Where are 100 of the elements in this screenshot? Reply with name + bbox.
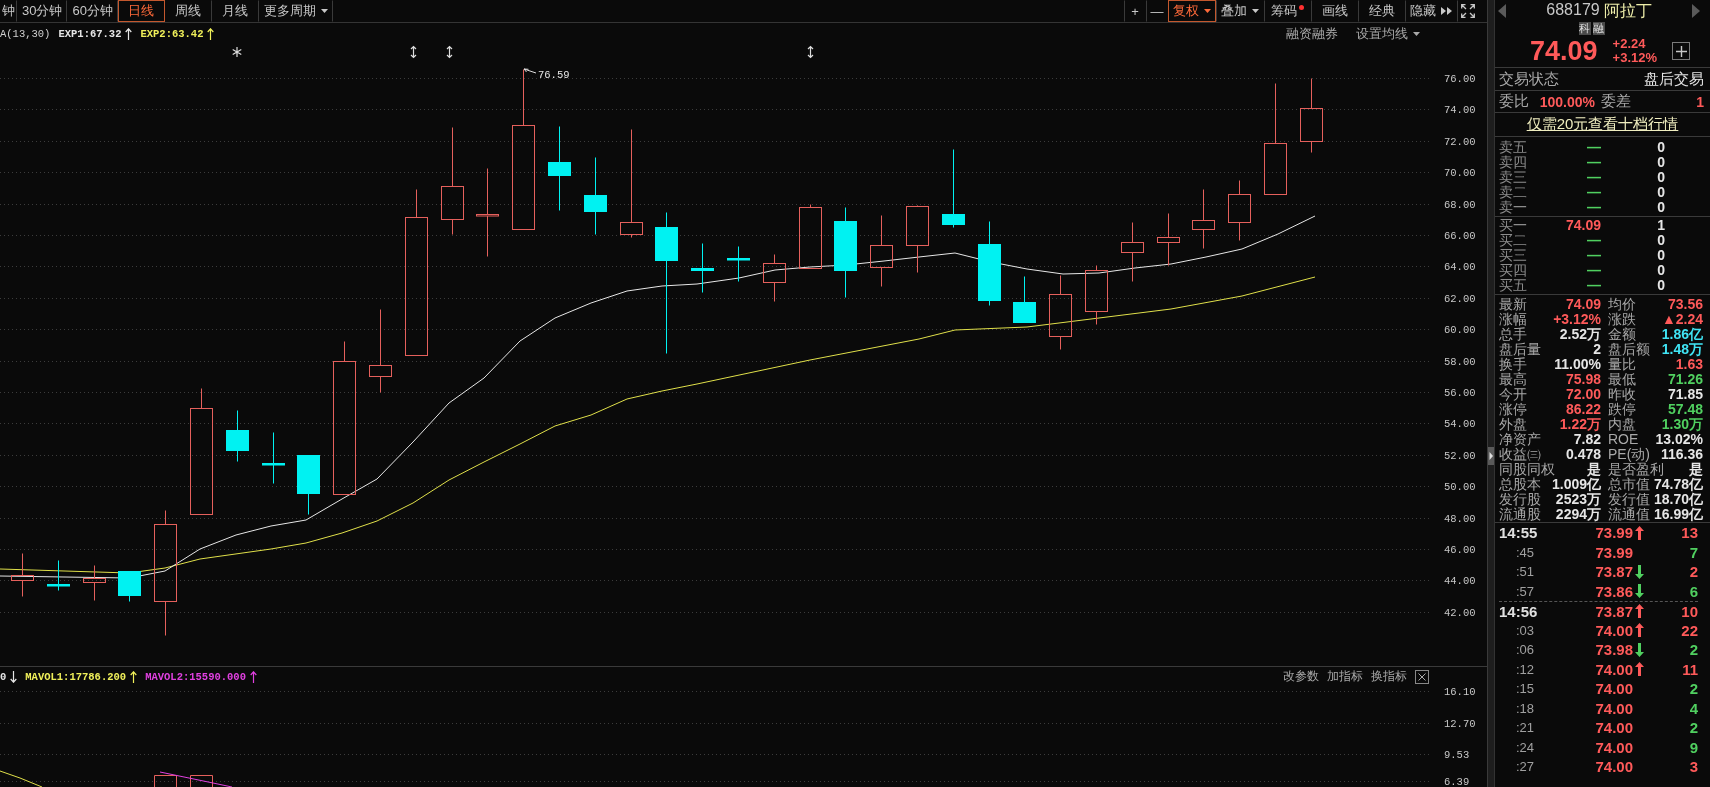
- stat-value: 1.22万: [1559, 417, 1601, 432]
- price-axis-label: 70.00: [1444, 167, 1476, 180]
- stat-value: 11.00%: [1554, 357, 1601, 372]
- candle: [1157, 213, 1180, 266]
- last-price: 74.09: [1530, 37, 1598, 65]
- stat-label: 量比: [1608, 357, 1636, 372]
- toolbar-button[interactable]: +: [1124, 0, 1146, 22]
- tick-time: :03: [1516, 622, 1535, 638]
- chart-link[interactable]: 设置均线: [1356, 24, 1420, 43]
- tick-volume: 2: [1688, 680, 1698, 698]
- order-volume: 0: [1656, 155, 1665, 170]
- tick-time: 14:55: [1499, 524, 1538, 542]
- toolbar-button[interactable]: 经典: [1358, 0, 1405, 22]
- candle: [118, 571, 141, 602]
- stat-value: 2.52万: [1559, 327, 1601, 342]
- price-axis-label: 44.00: [1444, 575, 1476, 588]
- order-volume: 0: [1656, 140, 1665, 155]
- stat-value: 86.22: [1565, 402, 1601, 417]
- stat-label: 外盘: [1499, 417, 1527, 432]
- order-volume: 0: [1656, 185, 1665, 200]
- tick-price: 74.00: [1594, 680, 1633, 698]
- period-tab[interactable]: 日线: [117, 0, 165, 22]
- order-price: —: [1586, 155, 1601, 170]
- indicator-name: A(13,30): [0, 27, 51, 40]
- period-tab[interactable]: 30分钟: [17, 0, 68, 22]
- tick-price: 73.99: [1594, 524, 1633, 542]
- price-change: +2.24: [1612, 37, 1647, 51]
- chart-link[interactable]: 融资融券: [1286, 24, 1338, 43]
- toolbar-button[interactable]: 画线: [1311, 0, 1358, 22]
- period-tab[interactable]: 周线: [164, 0, 212, 22]
- right-triangle-icon[interactable]: [1692, 4, 1700, 18]
- candle: [226, 410, 249, 462]
- tick-volume: 2: [1688, 719, 1698, 737]
- toolbar-button[interactable]: 复权: [1168, 0, 1216, 22]
- toolbar-button[interactable]: —: [1146, 0, 1168, 22]
- order-volume: 0: [1656, 263, 1665, 278]
- price-axis-label: 50.00: [1444, 481, 1476, 494]
- tick-volume: 7: [1688, 543, 1698, 561]
- market-badge: 科: [1578, 22, 1591, 35]
- left-triangle-icon[interactable]: [1498, 4, 1506, 18]
- tick-price: 74.00: [1594, 758, 1633, 776]
- order-price: —: [1586, 140, 1601, 155]
- field-label: 交易状态: [1499, 69, 1559, 89]
- indicator-action-button[interactable]: 换指标: [1371, 668, 1407, 685]
- toolbar-button[interactable]: 筹码: [1264, 0, 1311, 22]
- order-price: 74.09: [1564, 218, 1601, 233]
- tick-time: :06: [1516, 642, 1535, 658]
- candle: [262, 432, 285, 484]
- tick-volume: 2: [1688, 563, 1698, 581]
- tick-volume: 6: [1688, 582, 1698, 600]
- close-icon[interactable]: [1415, 669, 1429, 684]
- indicator-value: EXP1:67.32: [58, 27, 122, 40]
- stat-label: 涨停: [1499, 402, 1527, 417]
- stat-value: 是: [1689, 462, 1703, 477]
- candle: [297, 455, 320, 515]
- toolbar-button[interactable]: 隐藏: [1405, 0, 1457, 22]
- period-tab[interactable]: 月线: [211, 0, 259, 22]
- price-axis-label: 76.00: [1444, 73, 1476, 85]
- stat-value: +3.12%: [1553, 312, 1601, 327]
- stat-label: 盘后额: [1608, 342, 1650, 357]
- stat-value: ▲2.24: [1661, 312, 1703, 327]
- tick-time: :18: [1516, 700, 1535, 716]
- price-axis-label: 60.00: [1444, 324, 1476, 337]
- tick-time: :15: [1516, 681, 1535, 697]
- stat-label: 昨收: [1608, 387, 1636, 402]
- candle: [83, 565, 106, 601]
- indicator-action-button[interactable]: 改参数: [1283, 668, 1319, 685]
- stat-label: 同股同权: [1499, 462, 1555, 477]
- stat-label: 涨幅: [1499, 312, 1527, 327]
- price-axis-label: 54.00: [1444, 418, 1476, 431]
- stat-label: 今开: [1499, 387, 1527, 402]
- asterisk-icon: [232, 46, 242, 58]
- candle: [870, 215, 893, 287]
- stat-label: 均价: [1608, 297, 1636, 312]
- field-value: 100.00%: [1539, 93, 1596, 110]
- price-axis-label: 64.00: [1444, 261, 1476, 274]
- toolbar-button[interactable]: 叠加: [1216, 0, 1264, 22]
- stat-label: 金额: [1608, 327, 1636, 342]
- tick-price: 74.00: [1594, 699, 1633, 717]
- period-tab[interactable]: 更多周期: [258, 0, 333, 22]
- stat-value: 71.26: [1667, 372, 1703, 387]
- stat-label: 涨跌: [1608, 312, 1636, 327]
- period-tab[interactable]: 60分钟: [67, 0, 118, 22]
- stat-value: 是: [1587, 462, 1601, 477]
- price-axis-label: 66.00: [1444, 230, 1476, 242]
- order-price: —: [1586, 248, 1601, 263]
- stat-label: 流通值: [1608, 507, 1650, 522]
- period-tab[interactable]: 钟: [0, 0, 17, 22]
- stat-label: 发行股: [1499, 492, 1541, 507]
- order-volume: 1: [1656, 218, 1665, 233]
- indicator-action-button[interactable]: 加指标: [1327, 668, 1363, 685]
- order-level-label: 买三: [1499, 248, 1528, 263]
- add-button[interactable]: [1672, 42, 1690, 60]
- upgrade-link[interactable]: 仅需20元查看十档行情: [1526, 115, 1679, 134]
- volume-bar: [154, 775, 177, 787]
- order-level-label: 卖一: [1499, 200, 1528, 215]
- order-level-label: 卖三: [1499, 170, 1528, 185]
- collapse-handle-icon[interactable]: [1488, 447, 1494, 465]
- up-down-arrow-icon: [410, 45, 417, 59]
- indicator-value: EXP2:63.42: [140, 27, 204, 40]
